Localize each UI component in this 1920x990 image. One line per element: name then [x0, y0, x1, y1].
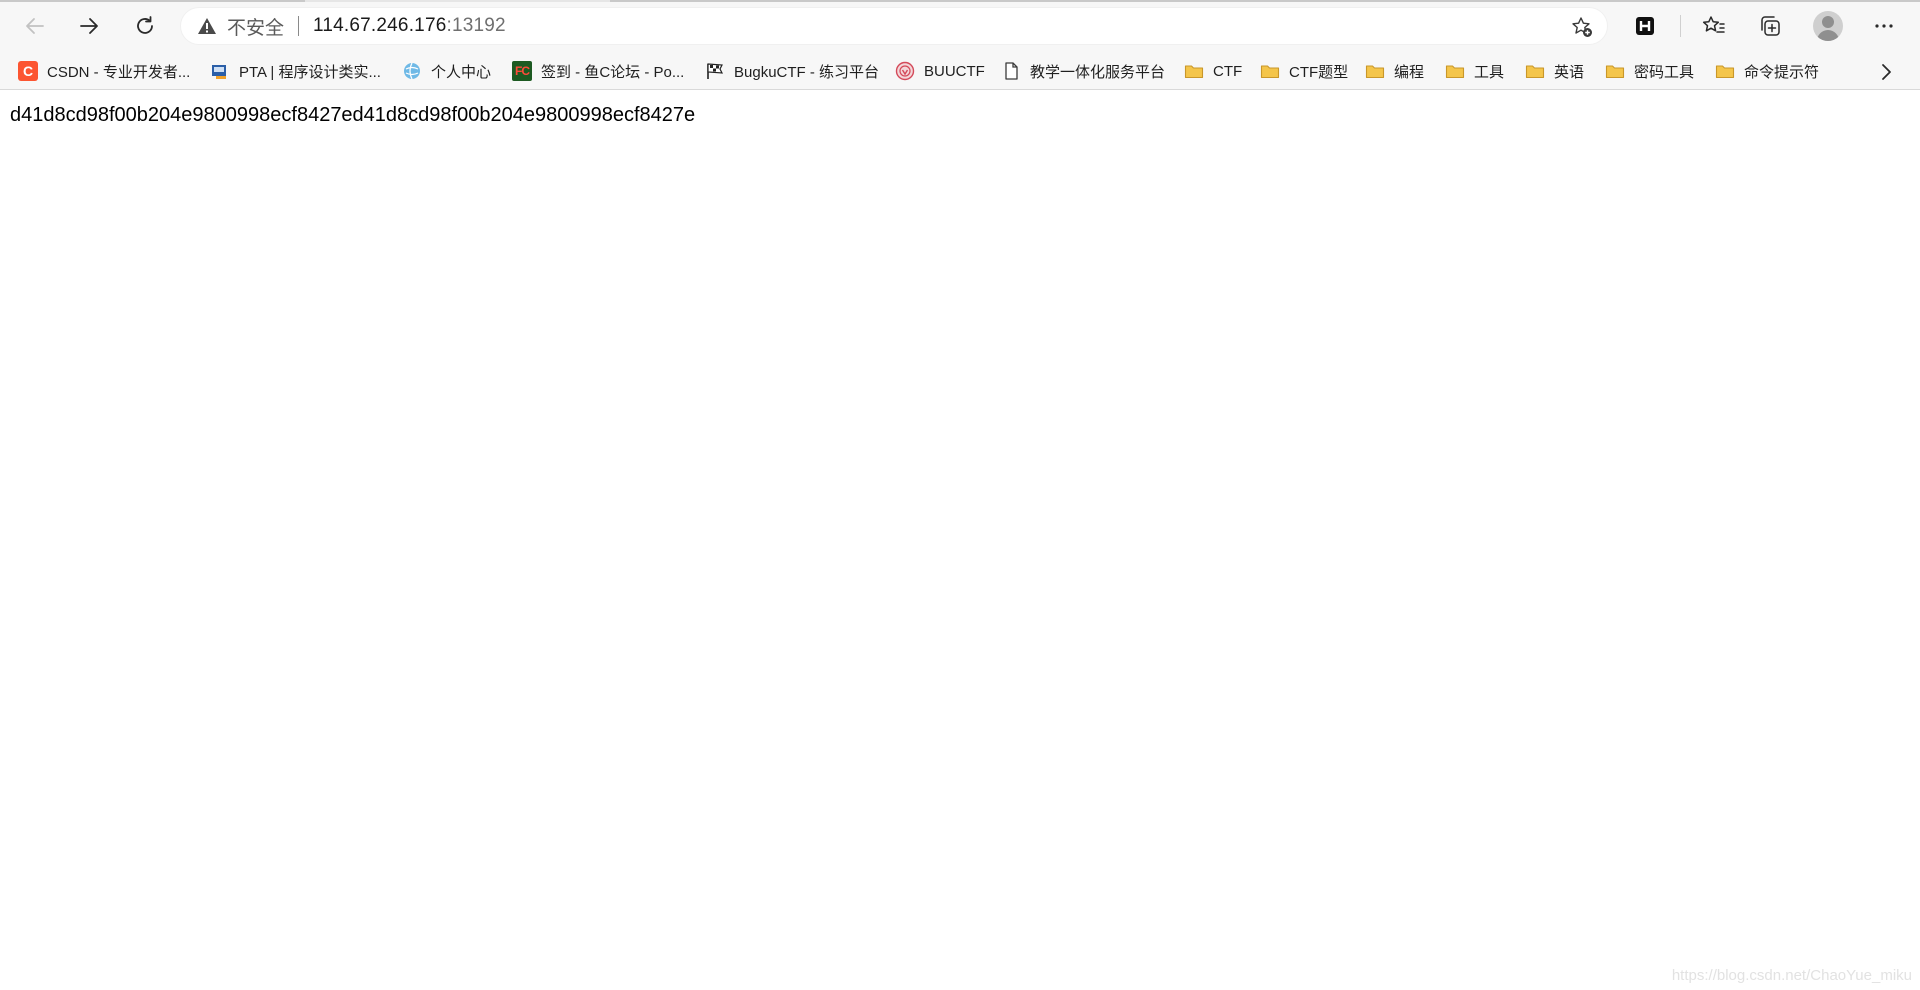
bookmark-folder-tools[interactable]: 工具: [1439, 58, 1510, 84]
url-text[interactable]: 114.67.246.176:13192: [313, 15, 506, 37]
bookmark-buuctf[interactable]: BUUCTF: [889, 58, 991, 84]
refresh-button[interactable]: [127, 8, 163, 44]
favorites-button[interactable]: [1696, 8, 1732, 44]
toolbar-divider: [1680, 15, 1681, 37]
bookmark-label: 密码工具: [1634, 63, 1695, 81]
bookmark-label: 个人中心: [431, 63, 492, 81]
back-button[interactable]: [17, 8, 53, 44]
folder-icon: [1715, 61, 1735, 81]
folder-icon: [1365, 61, 1385, 81]
bookmark-folder-english[interactable]: 英语: [1519, 58, 1590, 84]
add-favorite-icon[interactable]: [1571, 16, 1593, 38]
bookmark-label: 英语: [1554, 63, 1585, 81]
bookmark-folder-crypto-tools[interactable]: 密码工具: [1599, 58, 1700, 84]
bookmark-personal-center[interactable]: 个人中心: [396, 58, 497, 84]
warning-icon[interactable]: [197, 16, 217, 36]
folder-icon: [1260, 61, 1280, 81]
favorites-star-icon: [1702, 16, 1725, 33]
bookmark-label: BugkuCTF - 练习平台: [734, 63, 880, 81]
bookmark-folder-programming[interactable]: 编程: [1359, 58, 1430, 84]
bookmark-label: 教学一体化服务平台: [1030, 63, 1166, 81]
bookmark-folder-ctf-types[interactable]: CTF题型: [1254, 58, 1354, 84]
bookmark-label: BUUCTF: [924, 62, 985, 80]
folder-icon: [1184, 61, 1204, 81]
bookmark-folder-ctf[interactable]: CTF: [1178, 58, 1248, 84]
tab-strip-line: [0, 0, 1920, 2]
refresh-icon: [137, 16, 153, 34]
bookmark-label: 命令提示符: [1744, 63, 1820, 81]
avatar-body-shape: [1817, 30, 1839, 41]
folder-icon: [1525, 61, 1545, 81]
folder-icon: [1605, 61, 1625, 81]
checkered-flag-icon: [705, 61, 725, 81]
browser-toolbar: 不安全 114.67.246.176:13192: [0, 0, 1920, 52]
bookmark-label: 编程: [1394, 63, 1425, 81]
forward-button[interactable]: [71, 8, 107, 44]
insecure-label[interactable]: 不安全: [227, 13, 284, 40]
bookmark-label: CTF题型: [1289, 63, 1349, 81]
page-icon: [1001, 61, 1021, 81]
csdn-icon: C: [18, 61, 38, 81]
bookmark-folder-cmd[interactable]: 命令提示符: [1709, 58, 1825, 84]
settings-more-button[interactable]: [1866, 8, 1902, 44]
pta-icon: [210, 61, 230, 81]
url-port: :13192: [446, 15, 506, 36]
bookmark-label: PTA | 程序设计类实...: [239, 63, 381, 81]
bookmark-pta[interactable]: PTA | 程序设计类实...: [204, 58, 387, 84]
url-host: 114.67.246.176: [313, 15, 447, 36]
bookmark-label: CTF: [1213, 62, 1243, 80]
collections-button[interactable]: [1752, 8, 1788, 44]
folder-icon: [1445, 61, 1465, 81]
extension-button[interactable]: [1627, 8, 1663, 44]
avatar-head-shape: [1822, 16, 1834, 28]
more-dots-icon: [1875, 24, 1893, 28]
fishc-icon: FC: [512, 61, 532, 81]
arrow-right-icon: [80, 18, 98, 34]
page-body-text: d41d8cd98f00b204e9800998ecf8427ed41d8cd9…: [10, 104, 696, 126]
h-extension-icon: [1636, 17, 1654, 35]
address-divider: [298, 16, 300, 36]
watermark-text: https://blog.csdn.net/ChaoYue_miku: [1671, 967, 1912, 984]
globe-icon: [402, 61, 422, 81]
bookmark-label: CSDN - 专业开发者...: [47, 63, 191, 81]
more-bookmarks-chevron-icon[interactable]: [1876, 62, 1896, 82]
bookmark-fishc[interactable]: FC 签到 - 鱼C论坛 - Po...: [506, 58, 690, 84]
bookmark-label: 签到 - 鱼C论坛 - Po...: [541, 63, 685, 81]
profile-avatar[interactable]: [1813, 11, 1843, 41]
arrow-left-icon: [26, 18, 44, 34]
bookmark-teaching-platform[interactable]: 教学一体化服务平台: [995, 58, 1171, 84]
bookmark-csdn[interactable]: C CSDN - 专业开发者...: [12, 58, 196, 84]
bookmark-label: 工具: [1474, 63, 1505, 81]
address-bar[interactable]: 不安全 114.67.246.176:13192: [180, 7, 1608, 45]
bookmarks-bar: C CSDN - 专业开发者... PTA | 程序设计类实... 个人中心 F…: [0, 52, 1920, 90]
bookmark-bugkuctf[interactable]: BugkuCTF - 练习平台: [699, 58, 885, 84]
buuctf-icon: [895, 61, 915, 81]
collections-icon: [1761, 16, 1780, 36]
